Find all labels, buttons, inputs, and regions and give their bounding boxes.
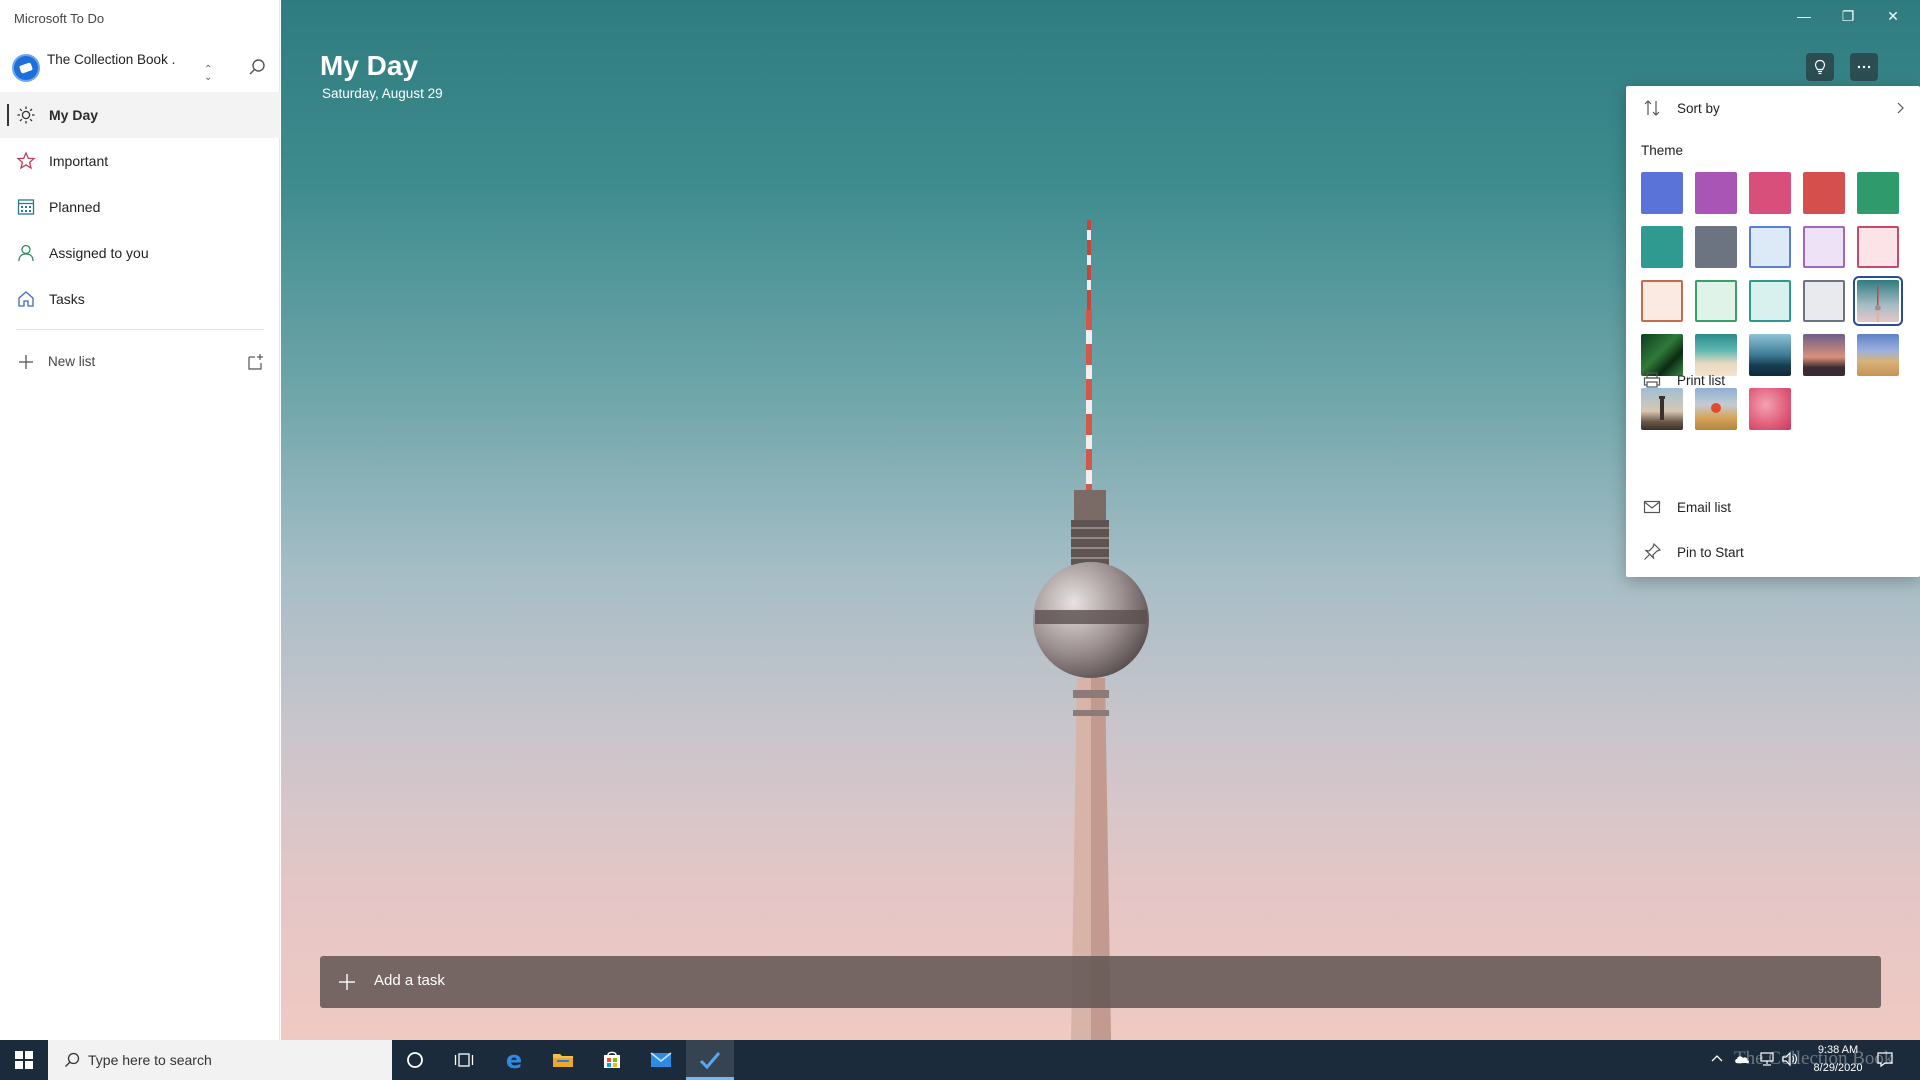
close-button[interactable]: ✕ [1873,4,1913,28]
new-group-icon[interactable] [246,352,266,372]
account-switcher[interactable]: The Collection Book . ⌃ ⌄ [0,48,280,90]
print-list-label: Print list [1677,372,1726,388]
search-icon[interactable] [246,56,268,78]
lightbulb-icon [1814,59,1826,75]
sidebar-item-label: Assigned to you [49,245,149,261]
page-title: My Day [320,50,419,81]
cortana-circle-icon [407,1052,423,1068]
theme-swatch-blue[interactable] [1641,172,1683,214]
onedrive-cloud-icon[interactable] [1733,1050,1751,1068]
minimize-button[interactable]: — [1784,4,1824,28]
cortana-button[interactable] [401,1046,429,1074]
mail-icon [650,1052,672,1067]
edge-icon: e [505,1046,523,1074]
sidebar-item-important[interactable]: Important [0,138,280,184]
ellipsis-icon [1857,65,1871,69]
chevron-updown-icon: ⌃ ⌄ [204,64,213,83]
folder-icon [553,1054,573,1067]
chevron-up-icon[interactable] [1708,1050,1726,1068]
sidebar-item-my-day[interactable]: My Day [0,92,280,138]
theme-swatch-light-purple[interactable] [1803,226,1845,268]
volume-icon[interactable] [1781,1050,1799,1068]
todo-check-icon [699,1052,721,1070]
sort-by-menu-item[interactable]: Sort by [1626,86,1920,130]
theme-swatch-light-peach[interactable] [1641,280,1683,322]
task-view-button[interactable] [450,1046,478,1074]
taskbar-search-box[interactable]: Type here to search [48,1040,392,1080]
theme-header: Theme [1641,143,1684,158]
page-date: Saturday, August 29 [322,86,443,101]
divider [16,329,264,330]
clock-date[interactable]: 8/29/2020 [1808,1062,1868,1074]
taskbar-search-placeholder: Type here to search [88,1052,212,1068]
mail-taskbar-button[interactable] [647,1046,675,1074]
nav-list: My Day Important Planned Assigned to you [0,92,280,322]
app-title: Microsoft To Do [14,11,105,26]
theme-image-tv-tower[interactable] [1853,276,1903,326]
notifications-icon[interactable] [1876,1050,1894,1068]
tv-tower-thumbnail [1874,286,1881,322]
windows-taskbar: Type here to search e The Collection Boo… [0,1040,1920,1080]
theme-swatch-green[interactable] [1857,172,1899,214]
email-list-label: Email list [1677,499,1732,515]
sidebar-item-label: Important [49,153,109,169]
store-bag-icon [604,1051,620,1068]
store-taskbar-button[interactable] [598,1046,626,1074]
theme-swatch-light-gray[interactable] [1803,280,1845,322]
theme-swatch-gray[interactable] [1695,226,1737,268]
todo-taskbar-button[interactable] [696,1046,724,1074]
sidebar-item-tasks[interactable]: Tasks [0,276,280,322]
add-task-placeholder: Add a task [374,972,445,989]
theme-swatch-rose[interactable] [1749,172,1791,214]
sidebar-item-label: My Day [49,107,99,123]
email-list-menu-item[interactable]: Email list [1626,485,1920,529]
suggestions-button[interactable] [1806,53,1834,81]
theme-swatch-light-green[interactable] [1695,280,1737,322]
list-options-menu: Sort by Theme Print list Email list Pin … [1626,86,1920,577]
chevron-right-icon [1897,102,1904,114]
theme-swatch-red[interactable] [1803,172,1845,214]
theme-swatch-light-blue[interactable] [1749,226,1791,268]
avatar [12,54,40,82]
sidebar-item-label: Tasks [49,291,85,307]
calendar-icon [17,199,35,215]
account-name: The Collection Book . [47,52,176,67]
print-list-menu-item[interactable]: Print list [1626,358,1920,402]
start-button[interactable] [0,1040,48,1080]
plus-icon [339,974,355,990]
person-icon [18,244,34,262]
pin-to-start-label: Pin to Start [1677,544,1744,560]
envelope-icon [1643,500,1661,514]
sidebar-item-label: Planned [49,199,101,215]
sun-icon [17,106,35,124]
sort-by-label: Sort by [1677,100,1720,116]
star-icon [16,151,36,170]
printer-icon [1643,372,1661,388]
sidebar-item-assigned[interactable]: Assigned to you [0,230,280,276]
plus-icon [19,355,33,369]
sort-icon [1644,100,1660,116]
network-icon[interactable] [1758,1050,1776,1068]
new-list-button[interactable]: New list [0,344,280,380]
pin-to-start-menu-item[interactable]: Pin to Start [1626,530,1920,574]
edge-taskbar-button[interactable]: e [500,1046,528,1074]
pin-icon [1644,542,1662,560]
new-list-label: New list [48,354,96,369]
theme-swatch-light-teal[interactable] [1749,280,1791,322]
tv-tower-background-image [1033,220,1149,1040]
more-options-button[interactable] [1850,53,1878,81]
theme-swatch-purple[interactable] [1695,172,1737,214]
home-icon [18,291,34,307]
add-task-input[interactable]: Add a task [320,956,1881,1008]
theme-swatch-light-pink[interactable] [1857,226,1899,268]
theme-swatch-teal[interactable] [1641,226,1683,268]
sidebar: Microsoft To Do The Collection Book . ⌃ ⌄… [0,0,280,1040]
restore-button[interactable]: ❐ [1828,4,1868,28]
sidebar-item-planned[interactable]: Planned [0,184,280,230]
windows-logo-icon [15,1051,33,1069]
task-view-icon [454,1053,474,1067]
search-icon [65,1052,80,1067]
clock-time[interactable]: 9:38 AM [1808,1044,1868,1056]
file-explorer-taskbar-button[interactable] [549,1046,577,1074]
